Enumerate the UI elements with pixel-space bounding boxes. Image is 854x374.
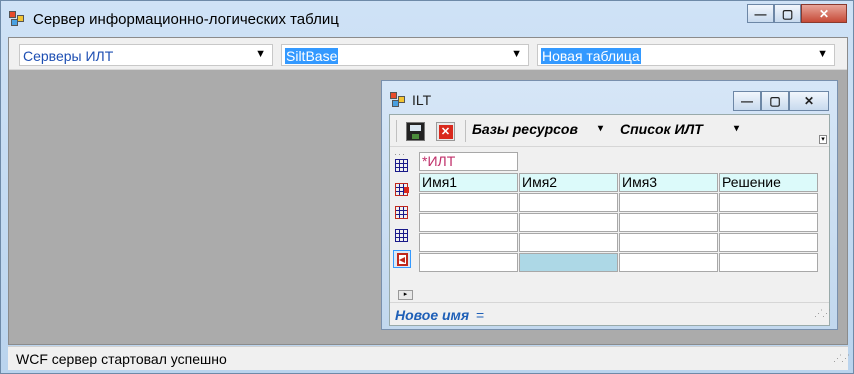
database-combo-value: SiltBase bbox=[285, 48, 339, 64]
table-cell[interactable] bbox=[519, 193, 618, 212]
table-cell[interactable] bbox=[719, 193, 818, 212]
exit-button[interactable] bbox=[393, 250, 411, 268]
database-combo[interactable]: SiltBase ▼ bbox=[281, 44, 529, 66]
minimize-icon: — bbox=[741, 94, 753, 108]
minimize-button[interactable]: — bbox=[747, 4, 774, 23]
new-name-equals: = bbox=[476, 307, 485, 323]
ilt-list-combo[interactable]: Список ИЛТ ▾ bbox=[620, 121, 750, 142]
table-cell[interactable] bbox=[719, 233, 818, 252]
new-name-label: Новое имя bbox=[395, 307, 470, 323]
table-combo-value: Новая таблица bbox=[541, 48, 641, 64]
main-window: Сервер информационно-логических таблиц —… bbox=[0, 0, 854, 374]
column-header[interactable]: Имя3 bbox=[619, 173, 718, 192]
delete-icon[interactable]: ✕ bbox=[436, 122, 455, 141]
status-text: WCF сервер стартовал успешно bbox=[16, 351, 227, 367]
add-column-button[interactable] bbox=[393, 157, 411, 175]
app-icon bbox=[390, 92, 406, 108]
maximize-icon: ▢ bbox=[769, 94, 781, 108]
toolbar-grip bbox=[396, 120, 397, 142]
scroll-right-button[interactable]: ▸ bbox=[398, 290, 413, 300]
child-window-controls: — ▢ ✕ bbox=[733, 91, 829, 111]
add-row-button[interactable] bbox=[393, 181, 411, 199]
window-controls: — ▢ ✕ bbox=[747, 4, 847, 23]
insert-column-button[interactable] bbox=[393, 204, 411, 222]
table-cell[interactable] bbox=[419, 193, 518, 212]
table-cell[interactable] bbox=[619, 213, 718, 232]
column-header[interactable]: Имя1 bbox=[419, 173, 518, 192]
close-icon: ✕ bbox=[818, 6, 830, 21]
add-row-icon bbox=[395, 183, 409, 196]
resources-combo[interactable]: Базы ресурсов ▾ bbox=[472, 121, 612, 142]
child-body: ✕ Базы ресурсов ▾ Список ИЛТ ▾ ▾ ··· *ИЛ… bbox=[389, 114, 831, 326]
table-cell[interactable] bbox=[619, 253, 718, 272]
exit-icon bbox=[397, 253, 408, 266]
close-button[interactable]: ✕ bbox=[801, 4, 847, 23]
table-combo[interactable]: Новая таблица ▼ bbox=[537, 44, 835, 66]
minimize-icon: — bbox=[754, 6, 767, 21]
main-toolbar: Серверы ИЛТ ▼ SiltBase ▼ Новая таблица ▼ bbox=[9, 38, 847, 70]
toolbar-overflow-button[interactable]: ▾ bbox=[819, 135, 827, 144]
child-status-bar: Новое имя = ⋰⋰ bbox=[390, 302, 831, 325]
chevron-right-icon: ▸ bbox=[403, 291, 408, 298]
child-close-button[interactable]: ✕ bbox=[789, 91, 829, 111]
chevron-down-icon: ▾ bbox=[734, 123, 740, 134]
resize-grip-icon[interactable]: ⋰⋰ bbox=[814, 309, 831, 322]
chevron-down-icon: ▼ bbox=[511, 48, 522, 60]
maximize-button[interactable]: ▢ bbox=[774, 4, 801, 23]
add-column-icon bbox=[395, 159, 408, 172]
table-cell[interactable] bbox=[419, 253, 518, 272]
resize-grip-icon[interactable]: ⋰⋰ bbox=[833, 354, 850, 367]
close-icon: ✕ bbox=[803, 94, 815, 108]
servers-combo[interactable]: Серверы ИЛТ ▼ bbox=[19, 44, 273, 66]
child-maximize-button[interactable]: ▢ bbox=[761, 91, 789, 111]
maximize-icon: ▢ bbox=[781, 6, 794, 21]
table-cell[interactable] bbox=[619, 193, 718, 212]
chevron-down-icon: ▾ bbox=[598, 123, 604, 134]
table-cell[interactable] bbox=[419, 233, 518, 252]
chevron-down-icon: ▼ bbox=[817, 48, 828, 60]
main-title-bar: Сервер информационно-логических таблиц bbox=[9, 9, 339, 29]
table-cell[interactable] bbox=[419, 213, 518, 232]
table-name-cell[interactable]: *ИЛТ bbox=[419, 152, 518, 171]
child-toolbar: ✕ Базы ресурсов ▾ Список ИЛТ ▾ ▾ bbox=[390, 115, 829, 147]
selected-table-cell[interactable] bbox=[519, 253, 618, 272]
ilt-child-window: ILT — ▢ ✕ ✕ Базы ресурсов ▾ Список ИЛТ ▾ bbox=[381, 80, 838, 330]
ilt-list-combo-label: Список ИЛТ bbox=[620, 121, 703, 137]
window-title: Сервер информационно-логических таблиц bbox=[33, 10, 339, 28]
app-icon bbox=[9, 11, 25, 27]
column-header[interactable]: Имя2 bbox=[519, 173, 618, 192]
child-window-title: ILT bbox=[412, 92, 432, 108]
side-toolbar: ··· bbox=[391, 149, 413, 279]
table-cell[interactable] bbox=[519, 213, 618, 232]
table-cell[interactable] bbox=[519, 233, 618, 252]
table-cell[interactable] bbox=[719, 253, 818, 272]
overflow-icon: ▾ bbox=[821, 136, 825, 143]
child-minimize-button[interactable]: — bbox=[733, 91, 761, 111]
resources-combo-label: Базы ресурсов bbox=[472, 121, 578, 137]
column-header[interactable]: Решение bbox=[719, 173, 818, 192]
servers-combo-value: Серверы ИЛТ bbox=[23, 48, 114, 64]
child-title-bar: ILT bbox=[390, 92, 431, 108]
toolbar-separator bbox=[465, 120, 466, 142]
insert-row-button[interactable] bbox=[393, 227, 411, 245]
chevron-down-icon: ▼ bbox=[255, 48, 266, 60]
insert-row-icon bbox=[395, 229, 408, 242]
save-icon[interactable] bbox=[406, 122, 425, 141]
insert-column-icon bbox=[395, 206, 408, 219]
status-bar: WCF сервер стартовал успешно ⋰⋰ bbox=[8, 346, 850, 370]
table-cell[interactable] bbox=[619, 233, 718, 252]
delete-glyph: ✕ bbox=[438, 124, 453, 139]
table-cell[interactable] bbox=[719, 213, 818, 232]
